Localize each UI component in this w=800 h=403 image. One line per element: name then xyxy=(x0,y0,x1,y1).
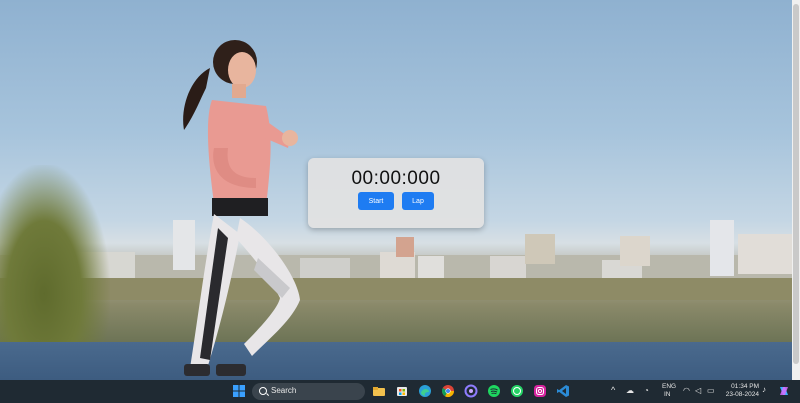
taskbar: Search ^ ☁ ◔ ENG IN ◠ ◁ ▭ 01:34 PM 23-08… xyxy=(0,380,800,403)
clock-time: 01:34 PM xyxy=(731,383,759,390)
whatsapp-icon[interactable] xyxy=(510,384,524,398)
river xyxy=(0,342,800,380)
stopwatch-display: 00:00:000 xyxy=(351,168,441,189)
cloud-icon[interactable]: ☁ xyxy=(626,386,634,396)
language-indicator[interactable]: ENG IN xyxy=(662,383,676,399)
instagram-icon[interactable] xyxy=(533,384,547,398)
store-icon[interactable] xyxy=(395,384,409,398)
runner-figure xyxy=(183,40,300,376)
app-tray-icon[interactable]: ◔ xyxy=(644,386,649,396)
region-code: IN xyxy=(664,391,671,398)
start-button[interactable]: Start xyxy=(358,192,394,210)
notification-bell-icon[interactable]: ♪ xyxy=(762,385,766,395)
battery-icon[interactable]: ▭ xyxy=(707,386,715,396)
language-code: ENG xyxy=(662,383,677,390)
copilot-icon[interactable] xyxy=(777,384,791,398)
edge-icon[interactable] xyxy=(418,384,432,398)
browser-icon[interactable] xyxy=(464,384,478,398)
wifi-icon[interactable]: ◠ xyxy=(683,386,690,396)
volume-icon[interactable]: ◁ xyxy=(695,386,701,396)
clock-date: 23-08-2024 xyxy=(725,391,759,398)
lap-button[interactable]: Lap xyxy=(402,192,434,210)
stopwatch-card: 00:00:000 Start Lap xyxy=(308,158,484,228)
vscode-icon[interactable] xyxy=(556,384,570,398)
taskbar-search[interactable]: Search xyxy=(252,383,365,400)
search-icon xyxy=(259,387,267,395)
file-explorer-icon[interactable] xyxy=(372,384,386,398)
chevron-up-icon[interactable]: ^ xyxy=(611,385,615,395)
scrollbar[interactable] xyxy=(792,0,800,380)
spotify-icon[interactable] xyxy=(487,384,501,398)
search-label: Search xyxy=(271,386,297,395)
clock[interactable]: 01:34 PM 23-08-2024 xyxy=(725,383,759,399)
chrome-icon[interactable] xyxy=(441,384,455,398)
windows-start-icon[interactable] xyxy=(232,384,246,398)
city-skyline xyxy=(0,220,800,300)
